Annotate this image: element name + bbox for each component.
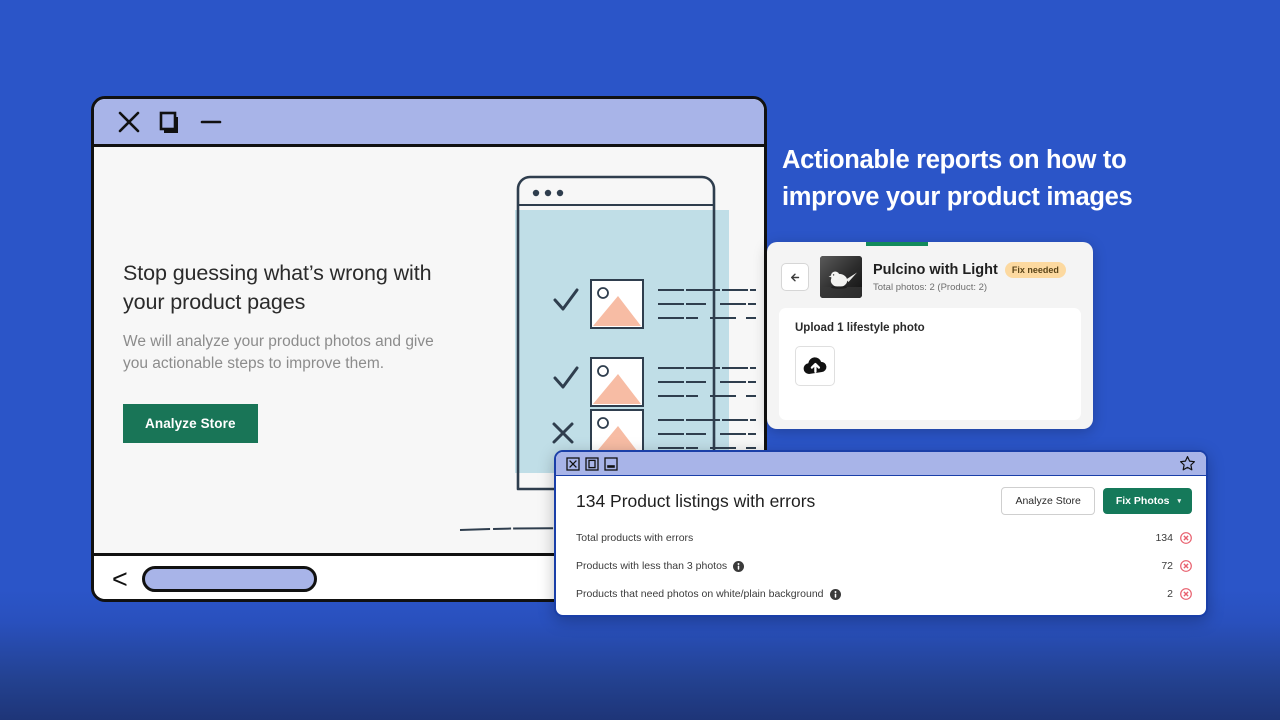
table-row[interactable]: Products with less than 3 photos 72 bbox=[576, 552, 1192, 580]
main-window-titlebar bbox=[94, 99, 764, 147]
fix-photos-label: Fix Photos bbox=[1115, 495, 1170, 507]
row-label: Products that need photos on white/plain… bbox=[576, 588, 824, 600]
info-icon[interactable] bbox=[829, 588, 841, 600]
boxed-restore-icon[interactable] bbox=[585, 456, 599, 471]
product-thumbnail-bird bbox=[820, 256, 862, 298]
headline-line-2: improve your product images bbox=[782, 182, 1133, 211]
error-circle-icon[interactable] bbox=[1180, 588, 1192, 600]
cloud-upload-icon[interactable] bbox=[795, 346, 835, 386]
report-window: 134 Product listings with errors Analyze… bbox=[554, 450, 1208, 617]
boxed-minimize-icon[interactable] bbox=[604, 456, 618, 471]
status-badge: Fix needed bbox=[1004, 261, 1066, 278]
star-icon[interactable] bbox=[1179, 455, 1196, 472]
error-circle-icon[interactable] bbox=[1180, 616, 1192, 617]
info-icon[interactable] bbox=[733, 560, 745, 572]
row-label: Products that need lifestyle photos bbox=[576, 616, 737, 617]
analyze-store-button[interactable]: Analyze Store bbox=[123, 403, 258, 443]
analyze-store-button[interactable]: Analyze Store bbox=[1001, 487, 1095, 515]
upload-instruction-label: Upload 1 lifestyle photo bbox=[795, 322, 925, 334]
boxed-close-icon[interactable] bbox=[566, 456, 580, 471]
page-title: Stop guessing what’s wrong with your pro… bbox=[123, 261, 432, 314]
product-title: Pulcino with Light bbox=[873, 261, 998, 278]
row-count: 134 bbox=[1155, 532, 1173, 544]
row-count: 72 bbox=[1161, 560, 1173, 572]
arrow-left-icon[interactable] bbox=[781, 263, 809, 291]
chevron-left-icon[interactable]: < bbox=[112, 565, 128, 593]
table-row[interactable]: Products that need photos on white/plain… bbox=[576, 580, 1192, 608]
chevron-down-icon: ▾ bbox=[1177, 498, 1181, 505]
url-input[interactable] bbox=[141, 566, 317, 592]
report-rows: Total products with errors 134 Products … bbox=[556, 524, 1206, 618]
product-detail-card: Pulcino with Light Fix needed Total phot… bbox=[767, 242, 1093, 429]
row-label: Products with less than 3 photos bbox=[576, 560, 728, 572]
report-window-titlebar bbox=[556, 452, 1206, 476]
row-count: 94 bbox=[1161, 616, 1173, 617]
error-circle-icon[interactable] bbox=[1180, 532, 1192, 544]
report-actions: Analyze Store Fix Photos ▾ bbox=[1001, 487, 1192, 515]
close-x-icon[interactable] bbox=[116, 109, 142, 135]
upload-panel: Upload 1 lifestyle photo bbox=[779, 308, 1081, 420]
table-row[interactable]: Products that need lifestyle photos 94 bbox=[576, 608, 1192, 618]
report-header: 134 Product listings with errors Analyze… bbox=[556, 476, 1206, 524]
row-count: 2 bbox=[1167, 588, 1173, 600]
info-icon[interactable] bbox=[743, 617, 754, 618]
main-window-copy: Stop guessing what’s wrong with your pro… bbox=[123, 259, 453, 443]
product-meta: Pulcino with Light Fix needed Total phot… bbox=[873, 261, 1066, 293]
marketing-headline: Actionable reports on how to improve you… bbox=[782, 142, 1202, 216]
report-title: 134 Product listings with errors bbox=[576, 490, 816, 511]
row-label: Total products with errors bbox=[576, 532, 694, 544]
headline-line-1: Actionable reports on how to bbox=[782, 146, 1127, 174]
fix-photos-button[interactable]: Fix Photos ▾ bbox=[1102, 488, 1192, 514]
product-card-header: Pulcino with Light Fix needed Total phot… bbox=[767, 242, 1093, 308]
error-circle-icon[interactable] bbox=[1180, 560, 1192, 572]
active-tab-indicator bbox=[866, 242, 928, 246]
product-photo-count: Total photos: 2 (Product: 2) bbox=[873, 281, 988, 293]
minus-icon[interactable] bbox=[198, 109, 224, 135]
table-row[interactable]: Total products with errors 134 bbox=[576, 524, 1192, 552]
page-subtitle: We will analyze your product photos and … bbox=[123, 332, 434, 373]
square-window-icon[interactable] bbox=[158, 109, 182, 135]
